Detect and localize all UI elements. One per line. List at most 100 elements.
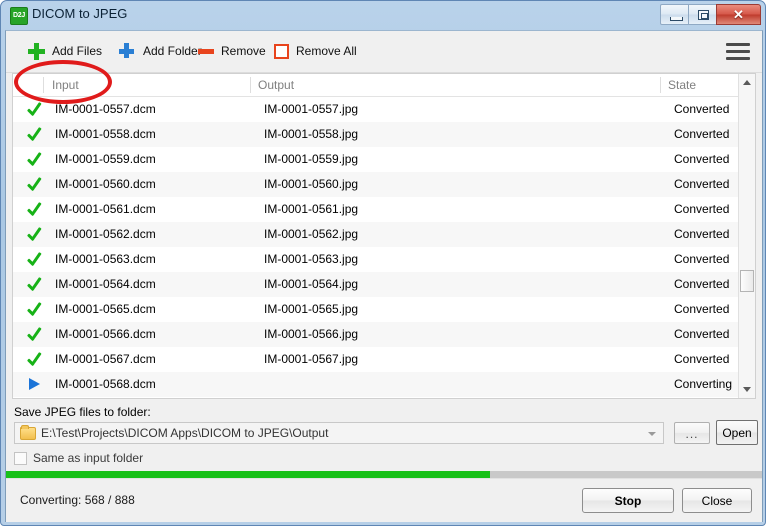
cell-input: IM-0001-0568.dcm [55,377,156,391]
table-row[interactable]: IM-0001-0561.dcm IM-0001-0561.jpg Converte… [13,197,755,222]
cell-input: IM-0001-0565.dcm [55,302,156,316]
row-status-icon [27,325,45,343]
cell-state: Converted [674,252,730,266]
row-status-icon [27,250,45,268]
cell-state: Converting [674,377,733,391]
cell-output: IM-0001-0567.jpg [264,352,359,366]
minimize-button[interactable] [660,4,689,25]
cell-state: Converted [674,327,730,341]
cell-output: IM-0001-0558.jpg [264,127,359,141]
cell-output: IM-0001-0557.jpg [264,102,359,116]
file-list[interactable]: Input Output State IM-0001-0557.dcm IM-00… [12,73,756,399]
remove-all-button[interactable]: Remove All [274,39,357,63]
cell-state: Converted [674,127,730,141]
scroll-up-icon[interactable] [739,74,755,91]
progress-bar-fill [6,471,490,478]
chevron-down-icon[interactable] [648,432,656,436]
row-status-icon [27,300,45,318]
cell-output: IM-0001-0566.jpg [264,327,359,341]
hamburger-menu-icon[interactable] [726,43,750,60]
window-controls: ✕ [660,4,761,25]
table-row[interactable]: IM-0001-0567.dcm IM-0001-0567.jpg Converte… [13,347,755,372]
save-folder-label: Save JPEG files to folder: [14,405,151,419]
same-as-input-folder-row[interactable]: Same as input folder [14,450,143,466]
cell-state: Converted [674,102,730,116]
cell-state: Converted [674,177,730,191]
table-row[interactable]: IM-0001-0559.dcm IM-0001-0559.jpg Converte… [13,147,755,172]
table-row[interactable]: IM-0001-0558.dcm IM-0001-0558.jpg Converte… [13,122,755,147]
row-status-icon [27,275,45,293]
stop-button[interactable]: Stop [582,488,674,513]
row-status-icon [27,225,45,243]
row-status-icon [27,100,45,118]
cell-input: IM-0001-0561.dcm [55,202,156,216]
cell-state: Converted [674,352,730,366]
list-header: Input Output State [13,74,755,97]
table-row[interactable]: IM-0001-0557.dcm IM-0001-0557.jpg Converte… [13,97,755,122]
row-status-icon [27,350,45,368]
table-row[interactable]: IM-0001-0563.dcm IM-0001-0563.jpg Converte… [13,247,755,272]
list-rows: IM-0001-0557.dcm IM-0001-0557.jpg Converte… [13,97,755,397]
cell-output: IM-0001-0560.jpg [264,177,359,191]
table-row[interactable]: IM-0001-0562.dcm IM-0001-0562.jpg Converte… [13,222,755,247]
vertical-scrollbar[interactable] [738,74,755,398]
remove-all-label: Remove All [296,44,357,58]
cell-input: IM-0001-0564.dcm [55,277,156,291]
window-title: DICOM to JPEG [32,6,128,21]
row-status-icon [27,375,45,393]
cell-output: IM-0001-0565.jpg [264,302,359,316]
table-row[interactable]: IM-0001-0560.dcm IM-0001-0560.jpg Converte… [13,172,755,197]
toolbar: Add Files Add Folder Remove Remove All [6,31,762,73]
progress-bar-track [6,471,762,478]
column-separator [250,77,251,93]
cell-output: IM-0001-0561.jpg [264,202,359,216]
cell-state: Converted [674,152,730,166]
cell-output: IM-0001-0564.jpg [264,277,359,291]
minimize-icon [670,17,683,21]
add-folder-button[interactable]: Add Folder [119,39,202,63]
cell-output: IM-0001-0562.jpg [264,227,359,241]
hamburger-line [726,43,750,46]
application-window: D2J DICOM to JPEG ✕ Add Files Add Folder [0,0,766,526]
column-separator [660,77,661,93]
remove-button[interactable]: Remove [198,39,266,63]
browse-button[interactable]: ... [674,422,710,444]
row-status-icon [27,150,45,168]
table-row[interactable]: IM-0001-0564.dcm IM-0001-0564.jpg Converte… [13,272,755,297]
open-folder-button[interactable]: Open [716,420,758,445]
close-window-button[interactable]: ✕ [716,4,761,25]
client-area: Add Files Add Folder Remove Remove All I… [5,30,763,522]
column-header-state[interactable]: State [668,78,696,92]
cell-input: IM-0001-0557.dcm [55,102,156,116]
cell-input: IM-0001-0566.dcm [55,327,156,341]
column-header-input[interactable]: Input [52,78,79,92]
cell-state: Converted [674,277,730,291]
cell-output: IM-0001-0563.jpg [264,252,359,266]
cell-input: IM-0001-0559.dcm [55,152,156,166]
app-icon: D2J [10,7,28,25]
row-status-icon [27,175,45,193]
maximize-icon [698,10,709,20]
output-path-value: E:\Test\Projects\DICOM Apps\DICOM to JPE… [41,426,329,440]
maximize-button[interactable] [688,4,717,25]
same-as-input-folder-checkbox[interactable] [14,451,27,465]
row-status-icon [27,125,45,143]
column-header-output[interactable]: Output [258,78,294,92]
table-row[interactable]: IM-0001-0568.dcm Converting [13,372,755,397]
cell-output: IM-0001-0559.jpg [264,152,359,166]
plus-blue-icon [119,42,136,60]
close-button[interactable]: Close [682,488,752,513]
cell-input: IM-0001-0562.dcm [55,227,156,241]
square-red-icon [274,43,289,59]
status-bar: Converting: 568 / 888 Stop Close [6,478,762,522]
plus-green-icon [28,42,45,60]
add-folder-label: Add Folder [143,44,202,58]
table-row[interactable]: IM-0001-0566.dcm IM-0001-0566.jpg Converte… [13,322,755,347]
output-path-combobox[interactable]: E:\Test\Projects\DICOM Apps\DICOM to JPE… [14,422,664,444]
column-separator [43,77,44,93]
add-files-button[interactable]: Add Files [28,39,102,63]
scrollbar-thumb[interactable] [740,270,754,292]
cell-input: IM-0001-0560.dcm [55,177,156,191]
table-row[interactable]: IM-0001-0565.dcm IM-0001-0565.jpg Converte… [13,297,755,322]
scroll-down-icon[interactable] [739,381,755,398]
